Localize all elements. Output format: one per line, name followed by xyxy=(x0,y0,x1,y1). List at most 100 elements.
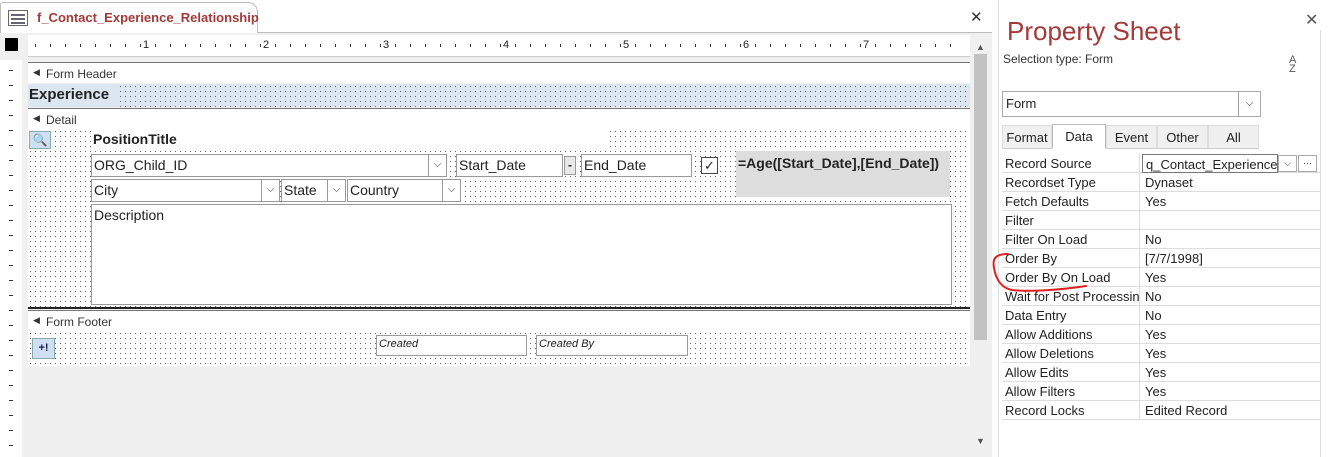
state-combo[interactable]: State ⌵ xyxy=(281,179,346,202)
tab-other[interactable]: Other xyxy=(1157,125,1208,149)
property-value[interactable]: Yes xyxy=(1142,382,1320,401)
created-field[interactable]: Created xyxy=(376,335,527,356)
detail-bottom-border xyxy=(28,307,970,309)
property-row[interactable]: Record Locks Edited Record xyxy=(1002,401,1320,420)
org-child-id-value: ORG_Child_ID xyxy=(94,157,188,173)
property-row[interactable]: Allow Deletions Yes xyxy=(1002,344,1320,363)
ruler-tick xyxy=(65,44,66,47)
ruler-tick xyxy=(9,130,13,131)
add-record-icon[interactable]: +! xyxy=(32,338,55,359)
ruler-tick xyxy=(545,44,546,47)
vertical-ruler[interactable] xyxy=(0,60,22,457)
chevron-down-icon[interactable]: ⌵ xyxy=(442,180,460,201)
property-row[interactable]: Order By On Load Yes xyxy=(1002,268,1320,287)
close-icon[interactable]: ✕ xyxy=(1305,10,1318,30)
age-calculated-field[interactable]: =Age([Start_Date],[End_Date]) xyxy=(736,151,950,197)
tab-data[interactable]: Data xyxy=(1052,124,1106,149)
org-child-id-combo[interactable]: ORG_Child_ID ⌵ xyxy=(91,154,447,177)
ruler-tick xyxy=(9,85,13,86)
document-tab-title: f_Contact_Experience_Relationship xyxy=(37,10,259,25)
sort-icon[interactable]: AZ xyxy=(1289,55,1296,75)
ruler-tick xyxy=(350,44,351,47)
property-value[interactable]: Yes xyxy=(1142,344,1320,363)
ruler-tick xyxy=(9,190,13,191)
property-value[interactable]: Edited Record xyxy=(1142,401,1320,420)
chevron-down-icon[interactable]: ⌵ xyxy=(327,180,345,201)
ruler-tick xyxy=(80,44,81,47)
country-combo[interactable]: Country ⌵ xyxy=(347,179,461,202)
tab-all[interactable]: All xyxy=(1208,125,1259,149)
property-row[interactable]: Fetch Defaults Yes xyxy=(1002,192,1320,211)
form-footer-bar[interactable]: ◀ Form Footer xyxy=(28,310,970,331)
form-footer-label: Form Footer xyxy=(46,315,113,329)
tab-event[interactable]: Event xyxy=(1106,125,1157,149)
object-selector-combo[interactable]: Form ⌵ xyxy=(1002,91,1261,117)
created-by-field[interactable]: Created By xyxy=(536,335,688,356)
horizontal-ruler[interactable]: 1 2 3 4 5 6 7 xyxy=(28,35,970,57)
ruler-tick xyxy=(815,44,816,47)
property-value[interactable]: Yes xyxy=(1142,192,1320,211)
property-row[interactable]: Allow Filters Yes xyxy=(1002,382,1320,401)
property-row[interactable]: Record Source q_Contact_Experience_ ⌵ ··· xyxy=(1002,154,1320,173)
experience-label[interactable]: Experience xyxy=(28,84,116,107)
property-value[interactable]: Yes xyxy=(1142,268,1320,287)
checkbox-control[interactable]: ✓ xyxy=(701,157,718,174)
property-row[interactable]: Data Entry No xyxy=(1002,306,1320,325)
city-value: City xyxy=(94,182,119,198)
detail-bar[interactable]: ◀ Detail xyxy=(28,108,970,129)
designer-vertical-scrollbar[interactable]: ▲ ▼ xyxy=(971,38,990,457)
property-name: Record Locks xyxy=(1002,401,1140,420)
ruler-tick xyxy=(770,44,771,47)
ruler-tick xyxy=(695,44,696,47)
chevron-down-icon[interactable]: ⌵ xyxy=(1278,155,1297,172)
property-row[interactable]: Filter xyxy=(1002,211,1320,230)
scroll-thumb[interactable] xyxy=(974,54,987,340)
property-value[interactable]: No xyxy=(1142,287,1320,306)
property-row[interactable]: Order By [7/7/1998] xyxy=(1002,249,1320,268)
chevron-down-icon[interactable]: ⌵ xyxy=(1238,92,1260,116)
property-value[interactable] xyxy=(1142,211,1320,230)
property-sheet-scrollbar[interactable] xyxy=(1320,30,1331,457)
ruler-tick xyxy=(740,44,741,47)
form-header-area[interactable] xyxy=(28,84,970,107)
chevron-down-icon[interactable]: ⌵ xyxy=(261,180,279,201)
position-title-field[interactable]: PositionTitle xyxy=(93,129,607,151)
ruler-tick xyxy=(9,355,13,356)
ruler-tick xyxy=(590,44,591,47)
ruler-tick xyxy=(860,44,861,47)
property-value[interactable]: Yes xyxy=(1142,363,1320,382)
property-name: Filter On Load xyxy=(1002,230,1140,249)
ruler-tick xyxy=(680,44,681,47)
property-value[interactable]: No xyxy=(1142,306,1320,325)
form-selector[interactable] xyxy=(5,38,18,51)
document-tab[interactable]: f_Contact_Experience_Relationship xyxy=(0,2,259,33)
scroll-down-icon[interactable]: ▼ xyxy=(976,436,985,446)
close-document-icon[interactable]: ✕ xyxy=(970,8,983,26)
property-value[interactable]: Dynaset xyxy=(1142,173,1320,192)
property-value[interactable]: q_Contact_Experience_ xyxy=(1142,154,1278,173)
property-row[interactable]: Allow Edits Yes xyxy=(1002,363,1320,382)
property-value[interactable]: Yes xyxy=(1142,325,1320,344)
property-row[interactable]: Recordset Type Dynaset xyxy=(1002,173,1320,192)
ruler-tick xyxy=(245,44,246,47)
chevron-down-icon[interactable]: ⌵ xyxy=(428,155,446,176)
search-icon[interactable]: 🔍 xyxy=(29,131,51,149)
ruler-tick xyxy=(500,44,501,47)
scroll-up-icon[interactable]: ▲ xyxy=(976,42,985,52)
builder-button[interactable]: ··· xyxy=(1298,155,1317,172)
property-value[interactable]: [7/7/1998] xyxy=(1142,249,1320,268)
dash-label[interactable]: - xyxy=(564,156,576,175)
property-row[interactable]: Allow Additions Yes xyxy=(1002,325,1320,344)
description-field[interactable]: Description xyxy=(91,204,952,305)
property-value[interactable]: No xyxy=(1142,230,1320,249)
ruler-tick xyxy=(9,445,13,446)
end-date-field[interactable]: End_Date xyxy=(581,154,692,177)
form-header-bar[interactable]: ◀ Form Header xyxy=(28,62,970,83)
ruler-tick xyxy=(305,44,306,47)
property-row[interactable]: Wait for Post Processin No xyxy=(1002,287,1320,306)
start-date-field[interactable]: Start_Date xyxy=(456,154,563,177)
tab-format[interactable]: Format xyxy=(1002,125,1052,149)
property-row[interactable]: Filter On Load No xyxy=(1002,230,1320,249)
design-canvas: ◀ Form Header Experience ◀ Detail 🔍 Posi… xyxy=(28,62,970,457)
city-combo[interactable]: City ⌵ xyxy=(91,179,280,202)
